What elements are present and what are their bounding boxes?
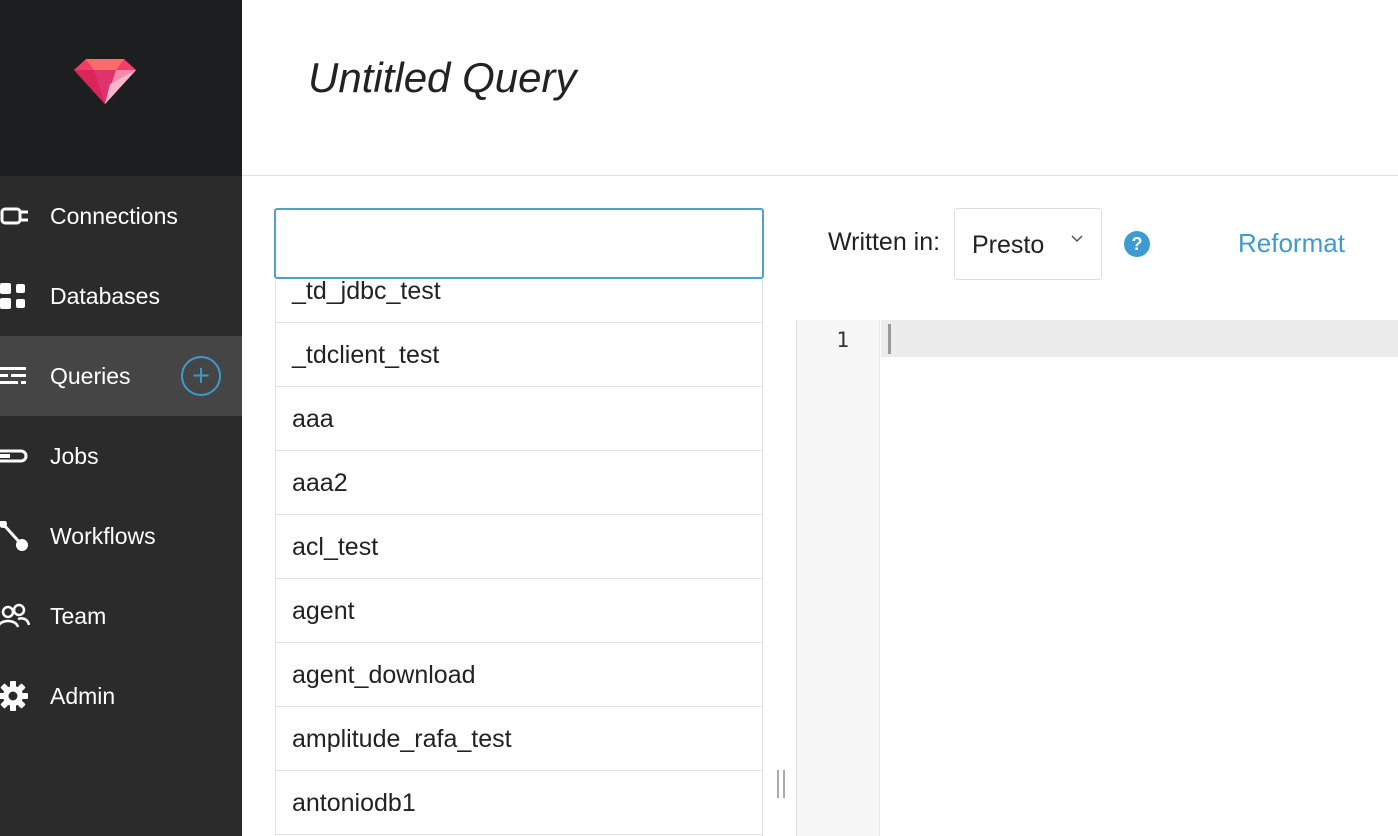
database-option[interactable]: agent	[276, 579, 762, 643]
sidebar: Connections Databases Queries + Jobs Wor…	[0, 0, 242, 836]
sidebar-item-team[interactable]: Team	[0, 576, 242, 656]
workflow-icon	[0, 521, 28, 551]
add-query-button[interactable]: +	[181, 356, 221, 396]
sidebar-item-connections[interactable]: Connections	[0, 176, 242, 256]
database-option[interactable]: aaa2	[276, 451, 762, 515]
database-dropdown-list[interactable]: _td_jdbc_test _tdclient_test aaa aaa2 ac…	[275, 281, 763, 836]
sidebar-item-label: Admin	[50, 682, 116, 709]
page-title[interactable]: Untitled Query	[308, 54, 576, 102]
sidebar-item-label: Queries	[50, 362, 131, 389]
team-icon	[0, 603, 30, 628]
resize-handle[interactable]	[775, 770, 787, 798]
sidebar-item-label: Jobs	[50, 442, 99, 469]
database-options: _td_jdbc_test _tdclient_test aaa aaa2 ac…	[276, 281, 762, 835]
sidebar-item-jobs[interactable]: Jobs	[0, 416, 242, 496]
reformat-button[interactable]: Reformat	[1238, 228, 1345, 259]
database-option[interactable]: acl_test	[276, 515, 762, 579]
sidebar-item-databases[interactable]: Databases	[0, 256, 242, 336]
database-search-input[interactable]	[274, 208, 764, 279]
sidebar-item-admin[interactable]: Admin	[0, 656, 242, 736]
database-option[interactable]: amplitude_rafa_test	[276, 707, 762, 771]
sidebar-item-queries[interactable]: Queries +	[0, 336, 242, 416]
query-editor[interactable]: 1	[796, 320, 1398, 836]
language-select[interactable]: Presto	[954, 208, 1102, 280]
sidebar-item-label: Databases	[50, 282, 160, 309]
written-in-label: Written in:	[828, 228, 941, 256]
gear-icon	[0, 681, 28, 711]
list-icon	[0, 367, 26, 384]
page-header: Untitled Query	[242, 0, 1398, 176]
database-option[interactable]: agent_download	[276, 643, 762, 707]
sidebar-item-label: Team	[50, 602, 107, 629]
help-icon[interactable]: ?	[1124, 231, 1150, 257]
grid-icon	[0, 283, 25, 309]
progress-icon	[0, 449, 28, 463]
sidebar-item-label: Connections	[50, 202, 178, 229]
gem-logo-icon[interactable]	[70, 56, 140, 108]
editor-gutter: 1	[797, 320, 880, 836]
text-cursor	[888, 324, 891, 354]
line-number: 1	[836, 328, 849, 352]
chevron-down-icon	[1071, 235, 1083, 243]
database-option[interactable]: _tdclient_test	[276, 323, 762, 387]
sidebar-item-label: Workflows	[50, 522, 156, 549]
sidebar-nav: Connections Databases Queries + Jobs Wor…	[0, 176, 242, 736]
database-option[interactable]: _td_jdbc_test	[276, 281, 762, 323]
database-option[interactable]: antoniodb1	[276, 771, 762, 835]
active-line[interactable]	[881, 320, 1398, 357]
database-option[interactable]: aaa	[276, 387, 762, 451]
plug-icon	[0, 207, 28, 225]
sidebar-item-workflows[interactable]: Workflows	[0, 496, 242, 576]
language-value: Presto	[972, 231, 1045, 259]
logo-area	[0, 0, 242, 176]
